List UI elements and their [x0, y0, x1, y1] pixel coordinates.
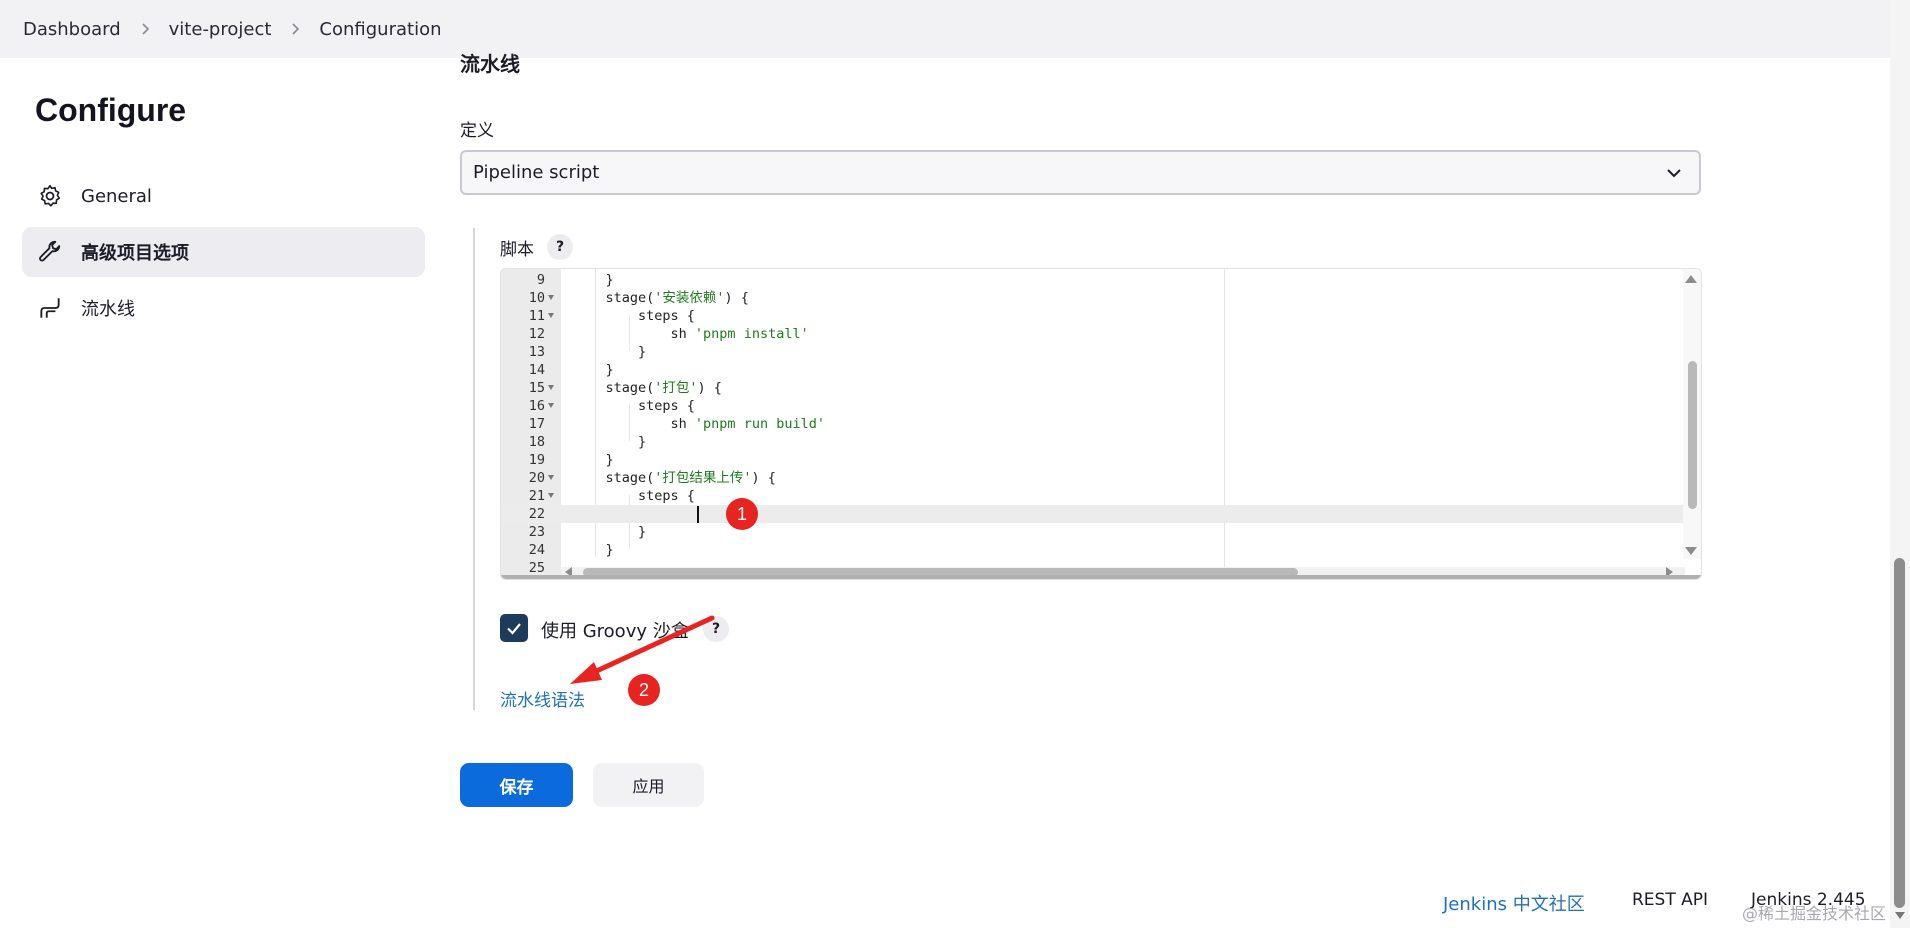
sidebar-item-label: 流水线: [81, 299, 135, 320]
groovy-sandbox-checkbox[interactable]: [500, 614, 528, 642]
text-cursor: [697, 506, 699, 523]
code-line[interactable]: 18 }: [501, 433, 1701, 451]
save-button[interactable]: 保存: [460, 763, 573, 807]
line-number: 16: [528, 398, 545, 414]
line-number: 12: [528, 326, 545, 342]
line-number: 20: [528, 470, 545, 486]
code-line[interactable]: 10 stage('安装依赖') {: [501, 289, 1701, 307]
line-number: 22: [528, 506, 545, 522]
sidebar-item-label: General: [81, 185, 152, 207]
editor-bottom-border: [501, 575, 1701, 579]
annotation-marker-1: 1: [726, 498, 758, 530]
sidebar-item-label: 高级项目选项: [81, 243, 189, 264]
chevron-down-icon: [1667, 169, 1681, 178]
fold-arrow-icon[interactable]: [548, 403, 554, 408]
nested-section-border: [473, 228, 475, 710]
fold-arrow-icon[interactable]: [548, 295, 554, 300]
line-number: 15: [528, 380, 545, 396]
script-label: 脚本: [500, 239, 534, 260]
footer-community-link[interactable]: Jenkins 中文社区: [1443, 890, 1585, 916]
scroll-up-arrow-icon[interactable]: [1685, 275, 1697, 283]
fold-arrow-icon[interactable]: [548, 493, 554, 498]
breadcrumb: Dashboard vite-project Configuration: [0, 0, 1890, 58]
code-line[interactable]: 23 }: [501, 523, 1701, 541]
line-number: 13: [528, 344, 545, 360]
scroll-down-arrow-icon[interactable]: [1895, 912, 1905, 919]
script-label-row: 脚本 ?: [500, 234, 573, 260]
code-line[interactable]: 21 steps {: [501, 487, 1701, 505]
code-text: }: [573, 524, 647, 540]
gear-icon: [36, 182, 64, 210]
code-line[interactable]: 13 }: [501, 343, 1701, 361]
sidebar-item-pipeline[interactable]: 流水线: [22, 283, 425, 333]
code-line[interactable]: 16 steps {: [501, 397, 1701, 415]
code-text: stage('打包结果上传') {: [573, 470, 776, 486]
code-text: }: [573, 452, 614, 468]
line-number: 14: [528, 362, 545, 378]
annotation-marker-2: 2: [628, 674, 660, 706]
code-text: sh 'pnpm run build': [573, 416, 825, 432]
code-line[interactable]: 15 stage('打包') {: [501, 379, 1701, 397]
code-text: }: [573, 542, 614, 558]
section-title: 流水线: [460, 52, 520, 76]
definition-select[interactable]: Pipeline script: [460, 150, 1701, 195]
sidebar-item-advanced[interactable]: 高级项目选项: [22, 227, 425, 277]
check-icon: [507, 623, 521, 635]
code-text: }: [573, 362, 614, 378]
fold-arrow-icon[interactable]: [548, 475, 554, 480]
code-line[interactable]: 22: [501, 505, 1701, 523]
definition-label: 定义: [460, 121, 494, 141]
code-text: steps {: [573, 308, 695, 324]
code-text: stage('安装依赖') {: [573, 290, 749, 306]
footer-rest-api-link[interactable]: REST API: [1632, 890, 1708, 910]
chevron-right-icon: [139, 23, 151, 35]
code-text: }: [573, 344, 647, 360]
code-text: }: [573, 434, 647, 450]
code-line[interactable]: 12 sh 'pnpm install': [501, 325, 1701, 343]
sidebar-item-general[interactable]: General: [22, 171, 425, 221]
code-line[interactable]: 11 steps {: [501, 307, 1701, 325]
line-number: 18: [528, 434, 545, 450]
pipeline-icon: [36, 294, 64, 322]
scroll-down-arrow-icon[interactable]: [1685, 547, 1697, 555]
fold-arrow-icon[interactable]: [548, 313, 554, 318]
line-number: 19: [528, 452, 545, 468]
chevron-right-icon: [289, 23, 301, 35]
editor-vertical-scroll-thumb[interactable]: [1688, 361, 1697, 509]
page-scroll-thumb[interactable]: [1894, 558, 1905, 908]
wrench-icon: [36, 238, 64, 266]
code-line[interactable]: 24 }: [501, 541, 1701, 559]
code-line[interactable]: 17 sh 'pnpm run build': [501, 415, 1701, 433]
line-number: 24: [528, 542, 545, 558]
line-number: 23: [528, 524, 545, 540]
code-line[interactable]: 14 }: [501, 361, 1701, 379]
line-number: 9: [536, 272, 545, 288]
page-title: Configure: [35, 92, 187, 128]
code-text: stage('打包') {: [573, 380, 722, 396]
code-text: sh 'pnpm install': [573, 326, 809, 342]
line-number: 17: [528, 416, 545, 432]
code-line[interactable]: 19 }: [501, 451, 1701, 469]
breadcrumb-vite-project[interactable]: vite-project: [169, 19, 272, 40]
definition-value: Pipeline script: [473, 162, 600, 183]
breadcrumb-configuration[interactable]: Configuration: [319, 19, 441, 40]
code-line[interactable]: 9 }: [501, 271, 1701, 289]
code-text: steps {: [573, 488, 695, 504]
watermark: @稀土掘金技术社区: [1742, 904, 1887, 923]
code-line[interactable]: 20 stage('打包结果上传') {: [501, 469, 1701, 487]
line-number: 10: [528, 290, 545, 306]
code-text: steps {: [573, 398, 695, 414]
script-editor[interactable]: 9 } 10 stage('安装依赖') {11 steps {12 sh 'pn…: [500, 268, 1702, 580]
code-text: }: [573, 272, 614, 288]
fold-arrow-icon[interactable]: [548, 385, 554, 390]
line-number: 21: [528, 488, 545, 504]
help-icon[interactable]: ?: [547, 234, 573, 260]
apply-button[interactable]: 应用: [593, 763, 704, 807]
line-number: 11: [528, 308, 545, 324]
breadcrumb-dashboard[interactable]: Dashboard: [23, 19, 121, 40]
